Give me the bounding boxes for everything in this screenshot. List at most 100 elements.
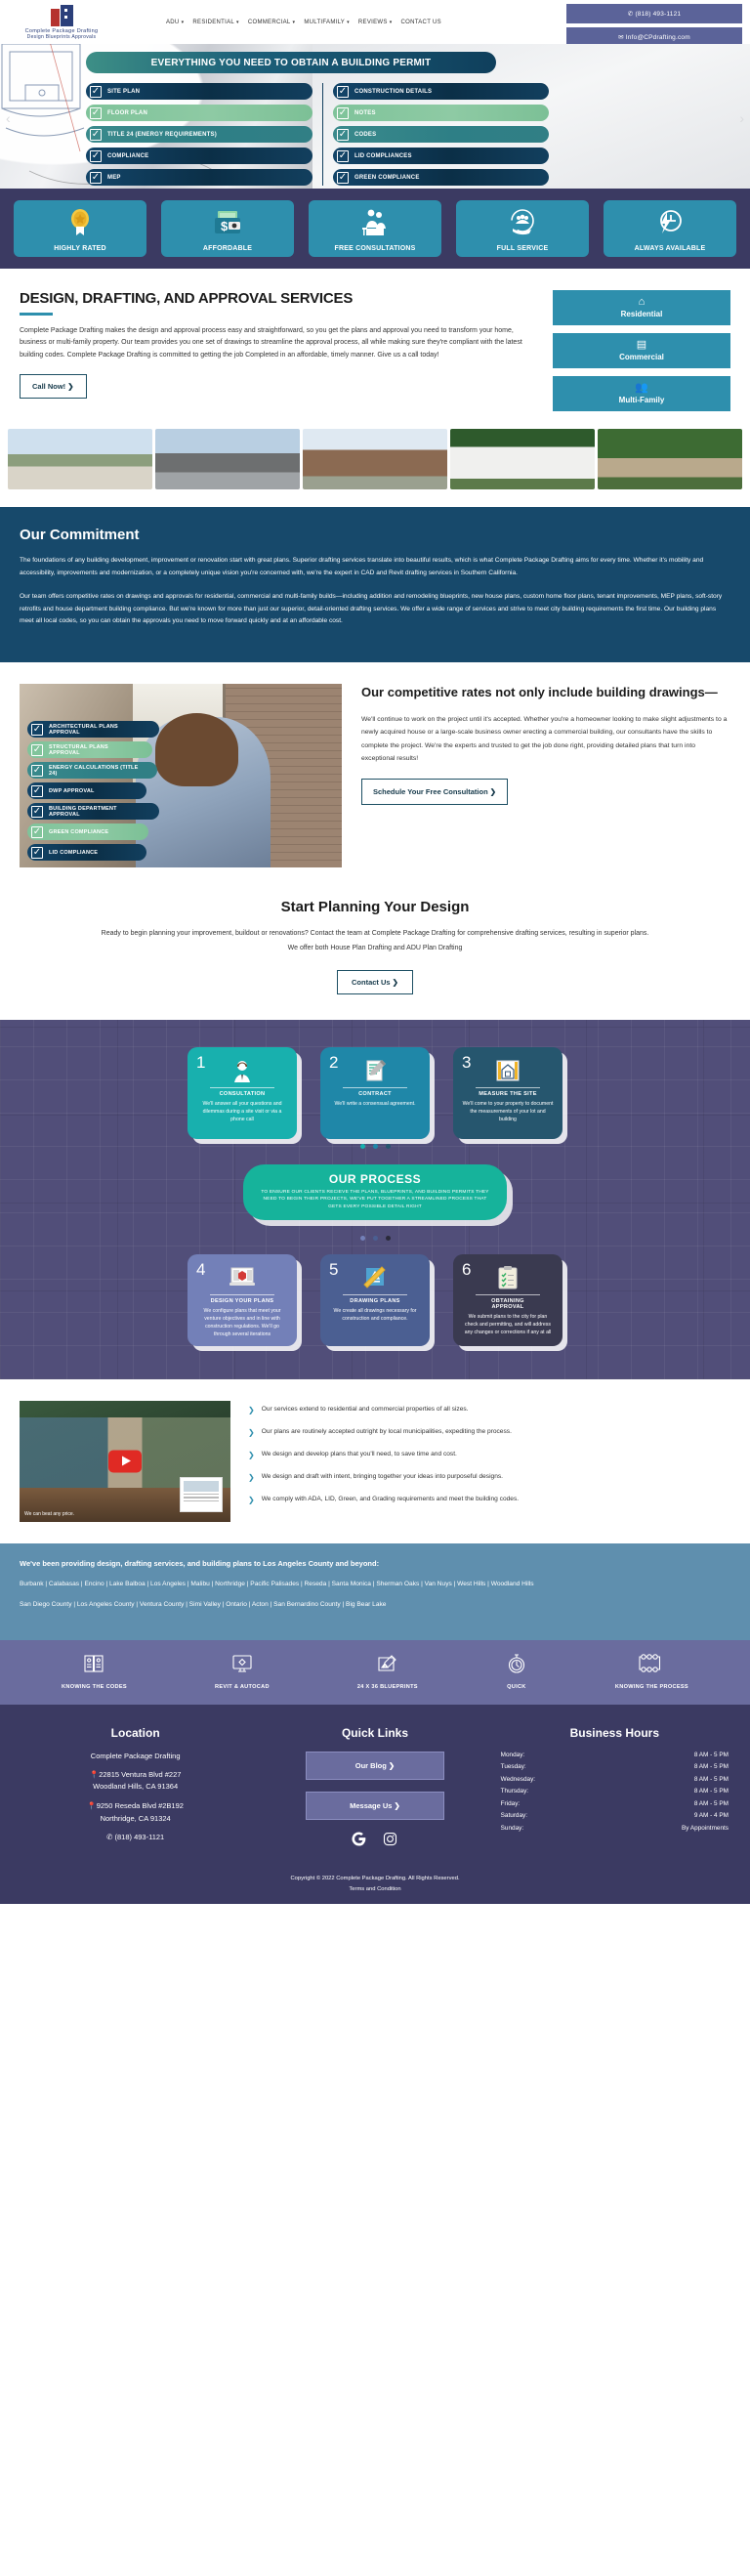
process-top-row: 1 CONSULTATION We'll answer all your que…	[0, 1046, 750, 1139]
feature-free-consultations[interactable]: FREE CONSULTATIONS	[309, 200, 441, 257]
site-footer: Location Complete Package Drafting 📍2281…	[0, 1704, 750, 1904]
service-card-commercial[interactable]: ▤ Commercial	[553, 333, 730, 368]
competitive-rates-section: ✓ ARCHITECTURAL PLANS APPROVAL ✓ STRUCTURA…	[0, 662, 750, 889]
checklist-item[interactable]: ✓ GREEN COMPLIANCE	[333, 169, 549, 186]
promo-video[interactable]: We can beat any price.	[20, 1400, 230, 1522]
step-number: 3	[462, 1052, 472, 1072]
footer-company-name: Complete Package Drafting	[90, 1751, 181, 1760]
approval-item[interactable]: ✓ ENERGY CALCULATIONS (TITLE 24)	[27, 762, 157, 780]
nav-item-reviews[interactable]: REVIEWS ▾	[358, 20, 393, 25]
hand-people-icon	[508, 200, 537, 245]
checklist-item[interactable]: ✓ LID COMPLIANCES	[333, 148, 549, 164]
nav-item-commercial[interactable]: COMMERCIAL ▾	[248, 20, 295, 25]
video-overlay-card	[180, 1476, 223, 1512]
process-step-3[interactable]: 3 MEASURE THE SITE We'll come to your pr…	[453, 1046, 562, 1139]
terms-and-condition-link[interactable]: Terms and Condition	[349, 1886, 400, 1892]
checklist-item[interactable]: ✓ NOTES	[333, 105, 549, 121]
capability-blueprints[interactable]: 24 X 36 BLUEPRINTS	[357, 1653, 418, 1690]
hero-next-arrow[interactable]: ›	[739, 110, 744, 126]
monitor-cad-icon	[231, 1653, 253, 1677]
project-photo-5[interactable]	[598, 429, 742, 489]
checklist-item[interactable]: ✓ CODES	[333, 126, 549, 143]
hours-row: Sunday: By Appointments	[500, 1824, 729, 1832]
message-us-button[interactable]: Message Us ❯	[305, 1791, 444, 1820]
checklist-item[interactable]: ✓ FLOOR PLAN	[86, 105, 312, 121]
capability-knowing-the-process[interactable]: KNOWING THE PROCESS	[615, 1653, 688, 1690]
checkbox-checked-icon: ✓	[31, 784, 43, 797]
footer-social-links	[255, 1832, 494, 1848]
capability-revit-autocad[interactable]: REVIT & AUTOCAD	[215, 1653, 270, 1690]
project-photo-3[interactable]	[303, 429, 447, 489]
rates-heading: Our competitive rates not only include b…	[361, 685, 718, 700]
commitment-paragraph-2: Our team offers competitive rates on dra…	[20, 592, 723, 625]
chevron-right-icon: ❯	[248, 1472, 255, 1482]
step-description: We'll answer all your questions and dile…	[202, 1100, 282, 1122]
process-step-4[interactable]: 4 DESIGN YOUR PLANS We configure plans t…	[188, 1253, 297, 1346]
feature-affordable[interactable]: $ AFFORDABLE	[161, 200, 294, 257]
call-now-button[interactable]: Call Now! ❯	[20, 374, 87, 400]
approval-item[interactable]: ✓ BUILDING DEPARTMENT APPROVAL	[27, 803, 159, 821]
project-photo-1[interactable]	[8, 429, 152, 489]
nav-item-multifamily[interactable]: MULTIFAMILY ▾	[304, 20, 350, 25]
nav-item-adu[interactable]: ADU ▾	[166, 20, 184, 25]
step-description: We configure plans that meet your ventur…	[203, 1307, 281, 1337]
checkbox-checked-icon: ✓	[337, 106, 349, 119]
chevron-right-icon: ❯	[248, 1427, 255, 1437]
approval-item[interactable]: ✓ STRUCTURAL PLANS APPROVAL	[27, 741, 152, 759]
our-blog-button[interactable]: Our Blog ❯	[305, 1751, 444, 1780]
open-book-icon	[83, 1653, 104, 1677]
feature-always-available[interactable]: ALWAYS AVAILABLE	[604, 200, 736, 257]
checkbox-checked-icon: ✓	[337, 85, 349, 98]
footer-quicklinks-heading: Quick Links	[341, 1725, 408, 1740]
hours-row: Friday: 8 AM - 5 PM	[500, 1799, 729, 1807]
blueprint-pencil-icon	[377, 1653, 398, 1677]
nav-item-contact-us[interactable]: CONTACT US	[401, 20, 441, 25]
capability-knowing-the-codes[interactable]: KNOWING THE CODES	[62, 1653, 127, 1690]
checklist-item[interactable]: ✓ TITLE 24 (ENERGY REQUIREMENTS)	[86, 126, 312, 143]
feature-highly-rated[interactable]: HIGHLY RATED	[14, 200, 146, 257]
feature-label: AFFORDABLE	[202, 245, 253, 252]
nav-item-residential[interactable]: RESIDENTIAL ▾	[192, 20, 238, 25]
checklist-item[interactable]: ✓ SITE PLAN	[86, 83, 312, 100]
footer-phone[interactable]: ✆ (818) 493-1121	[16, 1833, 255, 1841]
approval-item[interactable]: ✓ ARCHITECTURAL PLANS APPROVAL	[27, 721, 159, 739]
feature-full-service[interactable]: FULL SERVICE	[456, 200, 589, 257]
checkbox-checked-icon: ✓	[90, 128, 102, 141]
checklist-item[interactable]: ✓ COMPLIANCE	[86, 148, 312, 164]
process-step-5[interactable]: 5 DRAWING PLANS We create all drawings n…	[320, 1253, 430, 1346]
process-step-1[interactable]: 1 CONSULTATION We'll answer all your que…	[188, 1046, 297, 1139]
service-card-residential[interactable]: ⌂ Residential	[553, 290, 730, 325]
service-card-multi-family[interactable]: 👥 Multi-Family	[553, 376, 730, 411]
hours-row: Thursday: 8 AM - 5 PM	[500, 1788, 729, 1795]
hero-prev-arrow[interactable]: ‹	[6, 110, 11, 126]
google-icon[interactable]	[352, 1832, 366, 1848]
header-phone-button[interactable]: ✆ (818) 493-1121	[566, 4, 742, 23]
checklist-item[interactable]: ✓ CONSTRUCTION DETAILS	[333, 83, 549, 100]
project-photo-4[interactable]	[450, 429, 595, 489]
instagram-icon[interactable]	[383, 1832, 397, 1848]
map-pin-icon: 📍	[87, 1801, 97, 1811]
schedule-consultation-button[interactable]: Schedule Your Free Consultation ❯	[361, 779, 509, 806]
capability-quick[interactable]: QUICK	[506, 1653, 527, 1690]
commitment-heading: Our Commitment	[20, 527, 140, 543]
approval-item[interactable]: ✓ GREEN COMPLIANCE	[27, 823, 148, 841]
approval-item[interactable]: ✓ DWP APPROVAL	[27, 782, 146, 800]
chevron-down-icon: ▾	[236, 19, 239, 25]
checklist-item[interactable]: ✓ MEP	[86, 169, 312, 186]
process-connector-dots-bottom	[0, 1235, 750, 1241]
footer-location-column: Location Complete Package Drafting 📍2281…	[16, 1726, 255, 1848]
chevron-down-icon: ▾	[389, 19, 393, 25]
site-logo[interactable]: Complete Package Drafting Design Bluepri…	[8, 4, 115, 40]
process-step-2[interactable]: 2 CONTRACT We'll write a consensual agre…	[320, 1046, 430, 1139]
approval-item[interactable]: ✓ LID COMPLIANCE	[27, 844, 146, 862]
step-title: OBTAINING APPROVAL	[476, 1293, 540, 1310]
rates-text-column: Our competitive rates not only include b…	[361, 684, 730, 806]
play-button-icon[interactable]	[108, 1450, 142, 1473]
process-step-6[interactable]: 6 OBTAINING APPROVAL We submit plans to …	[453, 1253, 562, 1346]
service-areas-heading: We've been providing design, drafting se…	[20, 1558, 380, 1568]
hero-checklist: ✓ SITE PLAN ✓ FLOOR PLAN ✓ TITLE 24 (ENERGY…	[86, 83, 549, 186]
step-number: 1	[196, 1052, 206, 1072]
project-photo-2[interactable]	[155, 429, 300, 489]
contact-us-button[interactable]: Contact Us ❯	[337, 969, 413, 994]
feature-label: FREE CONSULTATIONS	[334, 245, 416, 252]
